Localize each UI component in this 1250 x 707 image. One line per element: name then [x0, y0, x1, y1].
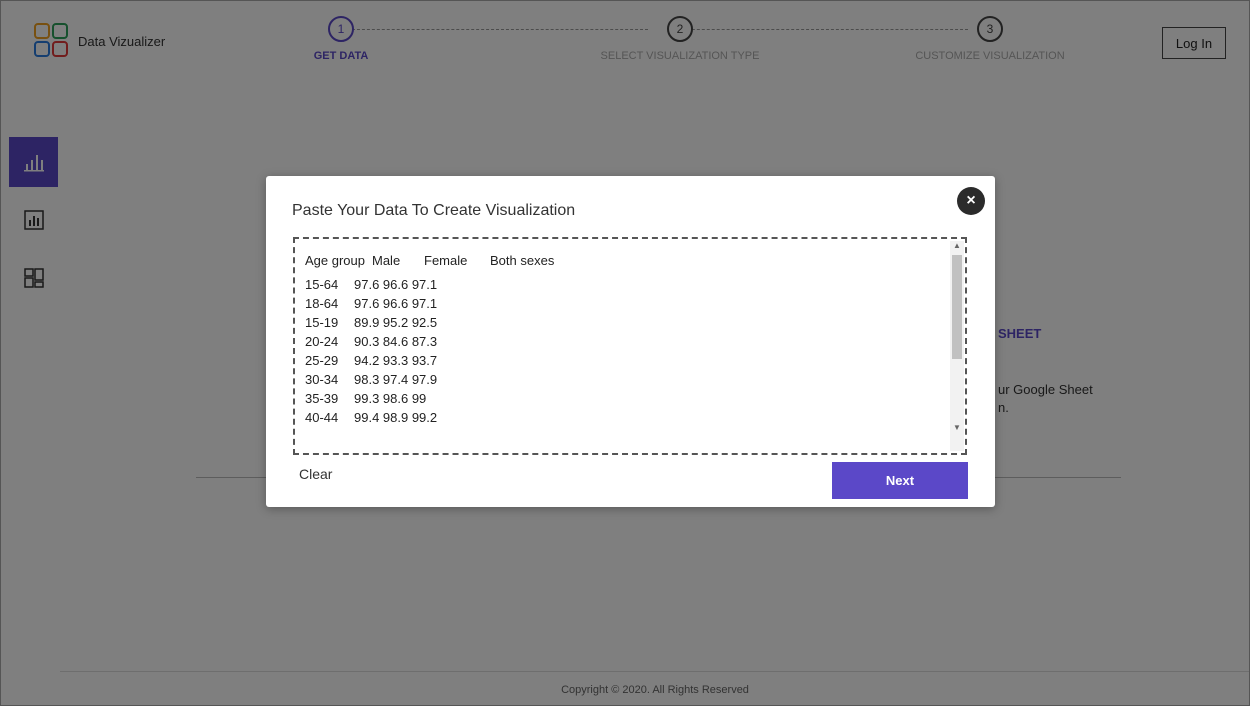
window-frame	[0, 0, 1250, 706]
